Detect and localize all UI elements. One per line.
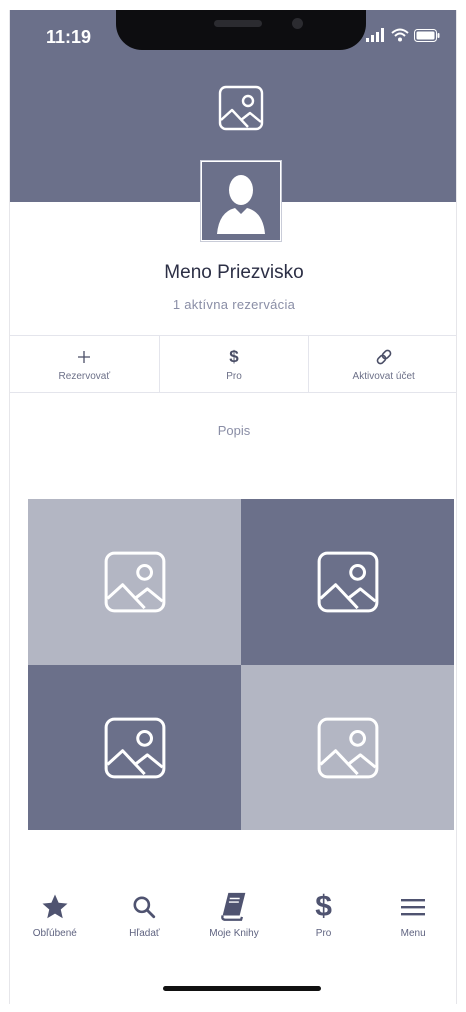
gallery-photo[interactable]	[28, 665, 241, 830]
star-icon	[40, 890, 70, 924]
action-bar: Rezervovať $ Pro Aktivovat účet	[10, 335, 456, 393]
image-placeholder-icon	[104, 551, 165, 613]
image-placeholder-icon	[317, 551, 378, 613]
image-placeholder-icon	[317, 717, 378, 778]
tab-pro[interactable]: $ Pro	[279, 890, 369, 950]
gallery-photo[interactable]	[241, 665, 454, 830]
dollar-icon: $	[315, 890, 332, 923]
pro-button[interactable]: $ Pro	[160, 336, 310, 392]
menu-icon	[400, 890, 426, 924]
book-icon	[217, 890, 251, 924]
gallery-photo[interactable]	[241, 499, 454, 665]
image-placeholder-icon	[104, 717, 165, 778]
status-time: 11:19	[46, 27, 92, 47]
search-icon	[131, 890, 157, 924]
tab-my-books[interactable]: Moje Knihy	[189, 890, 279, 950]
gallery-photo[interactable]	[28, 499, 241, 665]
user-silhouette-icon	[217, 175, 265, 234]
photo-gallery	[28, 499, 454, 830]
tab-label: Menu	[400, 928, 426, 939]
activate-account-label: Aktivovat účet	[352, 370, 415, 382]
speaker	[214, 20, 262, 27]
tab-favorites[interactable]: Obľúbené	[10, 890, 100, 950]
reserve-button[interactable]: Rezervovať	[10, 336, 160, 392]
signal-icon	[366, 28, 384, 42]
link-icon	[375, 347, 393, 367]
image-placeholder-icon	[218, 85, 264, 131]
avatar[interactable]	[200, 160, 282, 242]
tab-bar: Obľúbené Hľadať Moje Knihy $ Pro Menu	[10, 890, 456, 950]
device-notch	[116, 10, 366, 50]
wifi-icon	[391, 28, 409, 42]
tab-label: Obľúbené	[32, 928, 77, 939]
tab-label: Moje Knihy	[209, 928, 259, 939]
camera	[292, 18, 303, 29]
reserve-label: Rezervovať	[58, 370, 111, 382]
pro-label: Pro	[226, 370, 242, 382]
tab-search[interactable]: Hľadať	[100, 890, 190, 950]
home-indicator[interactable]	[163, 986, 321, 991]
plus-icon	[77, 347, 91, 367]
dollar-icon: $	[229, 346, 239, 366]
battery-icon	[414, 28, 440, 42]
profile-name: Meno Priezvisko	[164, 262, 304, 283]
reservation-count: 1 aktívna rezervácia	[172, 297, 296, 312]
phone-screen: 11:19 Meno Priezvisko 1 aktívna rezervác…	[9, 10, 457, 1004]
tab-label: Hľadať	[129, 928, 160, 939]
activate-account-button[interactable]: Aktivovat účet	[309, 336, 456, 392]
description-title: Popis	[217, 423, 251, 438]
tab-label: Pro	[315, 928, 332, 939]
tab-menu[interactable]: Menu	[368, 890, 456, 950]
status-icons	[366, 28, 440, 42]
